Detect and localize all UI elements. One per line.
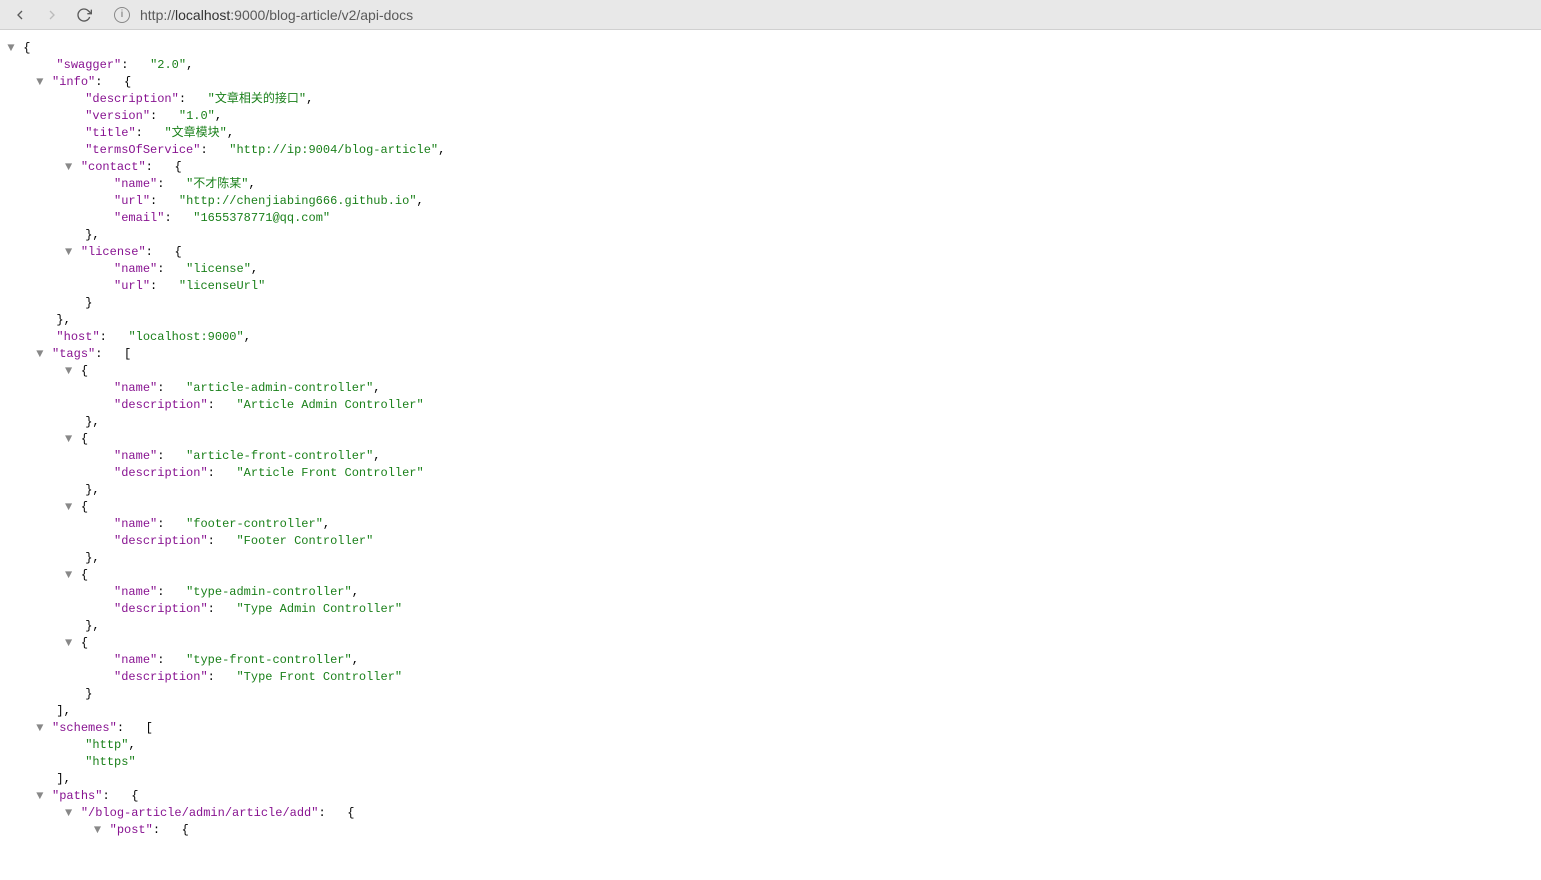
toggle-icon[interactable]: ▼	[35, 346, 45, 363]
json-value: 1.0	[186, 109, 208, 123]
toggle-icon[interactable]: ▼	[35, 74, 45, 91]
toggle-icon[interactable]: ▼	[64, 244, 74, 261]
json-value: 1655378771@qq.com	[200, 211, 322, 225]
url-host: localhost	[175, 7, 230, 23]
json-value: Footer Controller	[244, 534, 366, 548]
json-value: localhost:9000	[136, 330, 237, 344]
toggle-icon[interactable]: ▼	[64, 159, 74, 176]
toggle-icon[interactable]: ▼	[35, 720, 45, 737]
json-key: title	[92, 126, 128, 140]
json-key: url	[121, 194, 143, 208]
json-value: https	[92, 755, 128, 769]
json-key: host	[64, 330, 93, 344]
json-value: licenseUrl	[186, 279, 258, 293]
json-key: schemes	[59, 721, 109, 735]
json-value: Article Admin Controller	[244, 398, 417, 412]
json-value: http://ip:9004/blog-article	[236, 143, 430, 157]
url-suffix: :9000/blog-article/v2/api-docs	[230, 7, 413, 23]
json-value: article-front-controller	[193, 449, 366, 463]
json-key: license	[88, 245, 138, 259]
json-value: article-admin-controller	[193, 381, 366, 395]
json-key: description	[121, 534, 200, 548]
json-key: description	[121, 466, 200, 480]
json-key: name	[121, 381, 150, 395]
toggle-icon[interactable]: ▼	[64, 363, 74, 380]
json-value: Type Front Controller	[244, 670, 395, 684]
forward-button[interactable]	[40, 3, 64, 27]
json-value: 文章相关的接口	[215, 92, 299, 106]
json-key: description	[121, 398, 200, 412]
json-key: name	[121, 517, 150, 531]
json-key: name	[121, 177, 150, 191]
json-key: info	[59, 75, 88, 89]
browser-toolbar: i http://localhost:9000/blog-article/v2/…	[0, 0, 1541, 30]
site-info-icon[interactable]: i	[114, 7, 130, 23]
url-prefix: http://	[140, 7, 175, 23]
json-key: description	[121, 670, 200, 684]
json-key: description	[92, 92, 171, 106]
json-key: email	[121, 211, 157, 225]
json-key: paths	[59, 789, 95, 803]
back-button[interactable]	[8, 3, 32, 27]
json-key: tags	[59, 347, 88, 361]
json-key: name	[121, 585, 150, 599]
json-viewer: ▼ { "swagger": "2.0", ▼ "info": { "descr…	[0, 30, 1541, 849]
toggle-icon[interactable]: ▼	[64, 499, 74, 516]
json-value: http://chenjiabing666.github.io	[186, 194, 409, 208]
json-value: 不才陈某	[193, 177, 241, 191]
reload-button[interactable]	[72, 3, 96, 27]
json-key: post	[117, 823, 146, 837]
toggle-icon[interactable]: ▼	[6, 40, 16, 57]
toggle-icon[interactable]: ▼	[64, 567, 74, 584]
toggle-icon[interactable]: ▼	[64, 805, 74, 822]
json-key: url	[121, 279, 143, 293]
toggle-icon[interactable]: ▼	[64, 635, 74, 652]
json-key: termsOfService	[92, 143, 193, 157]
toggle-icon[interactable]: ▼	[92, 822, 102, 839]
json-value: footer-controller	[193, 517, 315, 531]
json-key: swagger	[64, 58, 114, 72]
toggle-icon[interactable]: ▼	[64, 431, 74, 448]
json-key: name	[121, 653, 150, 667]
json-key: /blog-article/admin/article/add	[88, 806, 311, 820]
json-value: type-front-controller	[193, 653, 344, 667]
url-bar[interactable]: http://localhost:9000/blog-article/v2/ap…	[140, 7, 413, 23]
json-key: name	[121, 449, 150, 463]
json-key: version	[92, 109, 142, 123]
json-key: description	[121, 602, 200, 616]
json-value: Type Admin Controller	[244, 602, 395, 616]
json-key: contact	[88, 160, 138, 174]
json-value: license	[193, 262, 243, 276]
json-value: 文章模块	[172, 126, 220, 140]
toggle-icon[interactable]: ▼	[35, 788, 45, 805]
json-value: Article Front Controller	[244, 466, 417, 480]
json-key: name	[121, 262, 150, 276]
json-value: 2.0	[157, 58, 179, 72]
json-value: type-admin-controller	[193, 585, 344, 599]
json-value: http	[92, 738, 121, 752]
